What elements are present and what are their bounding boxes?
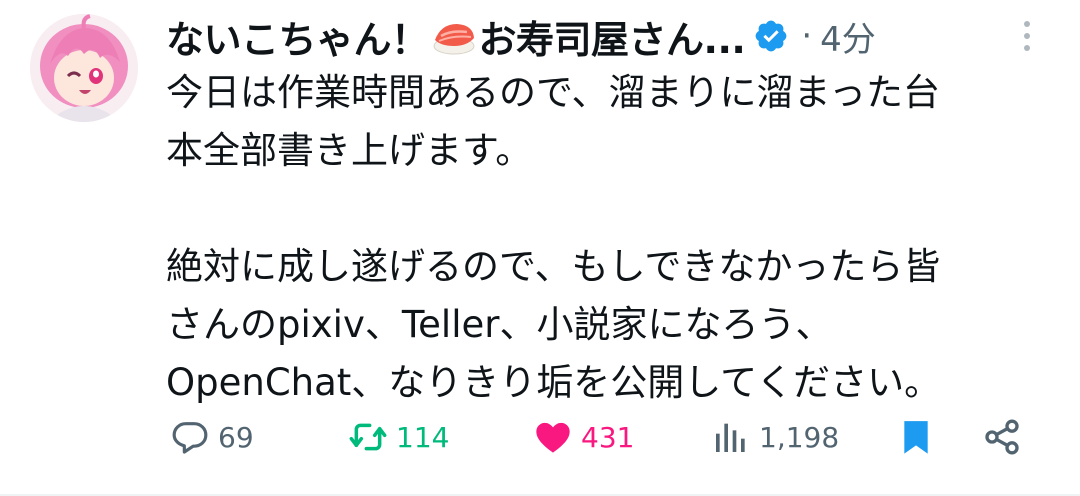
more-options-icon[interactable] — [1014, 16, 1040, 56]
tweet-header: ないこちゃん！ お寿司屋さん... · 4分 — [166, 8, 876, 64]
retweet-count: 114 — [396, 420, 450, 454]
avatar-image — [30, 14, 138, 122]
tweet-text-line: さんのpixiv、Teller、小説家になろう、 — [166, 303, 833, 346]
sushi-icon — [431, 16, 477, 56]
tweet-text-line: OpenChat、なりきり垢を公開してください。 — [166, 361, 942, 404]
bookmark-icon — [904, 421, 928, 454]
view-count: 1,198 — [759, 420, 840, 454]
tweet-text-line: 今日は作業時間あるので、溜まりに溜まった台 — [166, 71, 941, 114]
retweet-icon — [349, 423, 387, 451]
tweet: ないこちゃん！ お寿司屋さん... · 4分 今日は作業時間あるので、溜まりに溜… — [0, 0, 1080, 496]
tweet-text-line: 絶対に成し遂げるので、もしできなかったら皆 — [166, 245, 941, 288]
share-button[interactable] — [982, 415, 1022, 459]
like-count: 431 — [581, 420, 635, 454]
reply-icon — [172, 422, 208, 454]
tweet-text-line: 本全部書き上げます。 — [166, 129, 533, 172]
share-icon — [985, 419, 1019, 455]
display-name[interactable]: ないこちゃん！ — [166, 9, 429, 64]
display-name-suffix[interactable]: お寿司屋さん... — [479, 9, 746, 64]
avatar[interactable] — [30, 14, 138, 122]
reply-count: 69 — [218, 420, 254, 454]
heart-icon — [536, 422, 570, 453]
bookmark-button[interactable] — [896, 415, 936, 459]
tweet-text: 今日は作業時間あるので、溜まりに溜まった台 本全部書き上げます。 絶対に成し遂げ… — [166, 64, 1066, 412]
verified-badge-icon[interactable] — [753, 18, 789, 54]
separator: · — [801, 16, 813, 56]
views-chart-icon — [716, 423, 745, 452]
reply-button[interactable]: 69 — [170, 415, 254, 459]
action-bar: 69 114 431 1,198 — [0, 405, 1080, 469]
views-button[interactable]: 1,198 — [711, 415, 839, 459]
like-button[interactable]: 431 — [533, 415, 634, 459]
timestamp[interactable]: 4分 — [820, 12, 876, 61]
retweet-button[interactable]: 114 — [348, 415, 449, 459]
